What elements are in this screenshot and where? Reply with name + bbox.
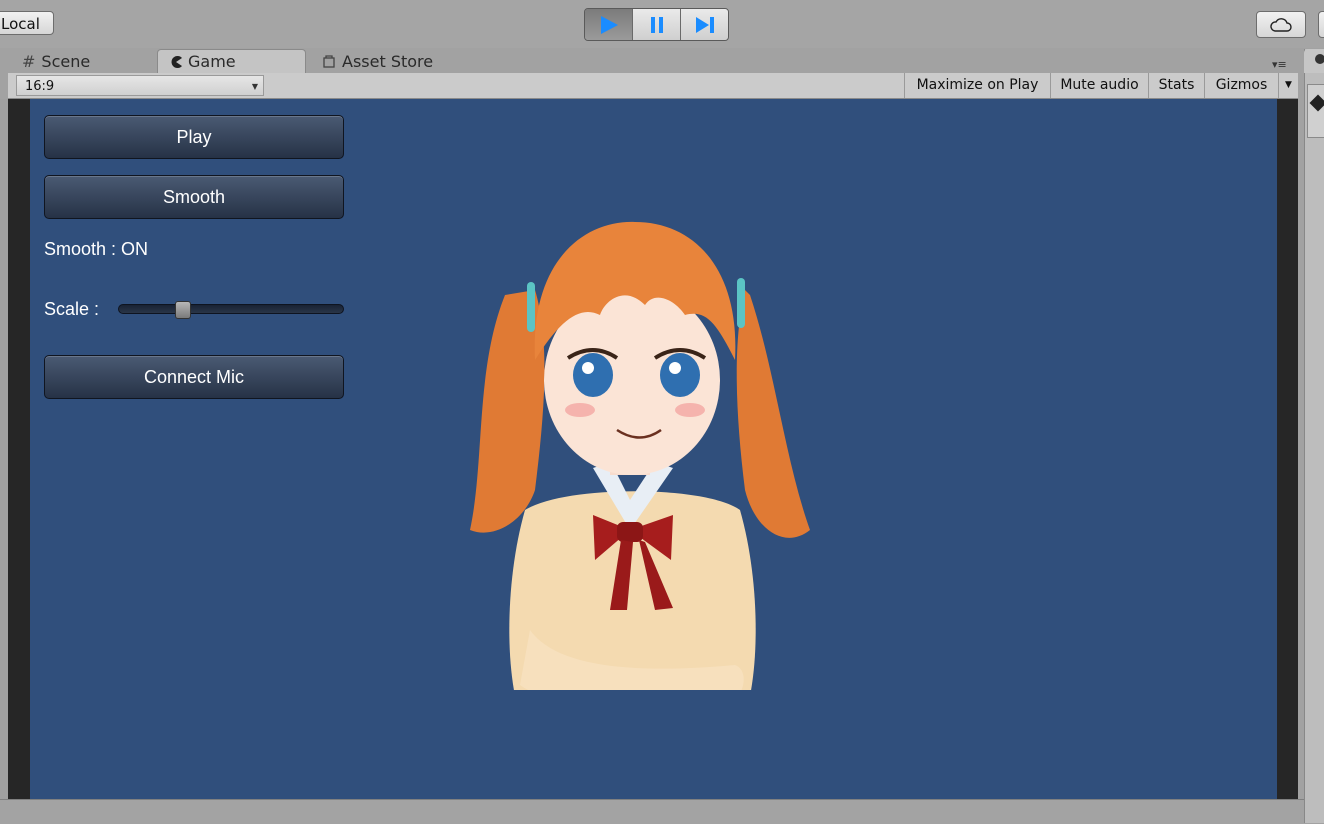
status-bar xyxy=(0,799,1304,824)
play-gui-button[interactable]: Play xyxy=(44,115,344,159)
scale-slider-thumb[interactable] xyxy=(174,301,191,319)
layers-local-button[interactable]: Local xyxy=(0,11,54,35)
pause-button[interactable] xyxy=(633,9,681,40)
pause-icon xyxy=(650,16,663,33)
chevron-down-icon: ▼ xyxy=(251,82,258,91)
tab-game-label: Game xyxy=(188,52,236,71)
tab-menu-icon[interactable]: ▾≡ xyxy=(1272,58,1287,71)
stats-toggle[interactable]: Stats xyxy=(1148,73,1204,98)
maximize-on-play-toggle[interactable]: Maximize on Play xyxy=(904,73,1050,98)
inspector-handle[interactable] xyxy=(1307,84,1324,138)
play-icon xyxy=(600,15,618,34)
info-icon xyxy=(1315,54,1324,64)
tab-scene[interactable]: # Scene xyxy=(10,49,160,73)
grid-icon: # xyxy=(22,51,36,71)
step-button[interactable] xyxy=(681,9,728,40)
gizmos-dropdown-icon[interactable]: ▼ xyxy=(1278,73,1298,98)
pacman-icon xyxy=(171,55,182,68)
tab-scene-label: Scene xyxy=(41,51,91,71)
gizmos-toggle[interactable]: Gizmos xyxy=(1204,73,1278,98)
aspect-ratio-value: 16:9 xyxy=(25,79,55,94)
frame-left xyxy=(0,99,8,799)
tab-asset-store-label: Asset Store xyxy=(342,51,434,71)
anime-girl-illustration xyxy=(470,221,810,690)
inspector-panel-edge xyxy=(1304,49,1324,823)
smooth-gui-button[interactable]: Smooth xyxy=(44,175,344,219)
smooth-status-label: Smooth : ON xyxy=(44,239,149,259)
aspect-ratio-dropdown[interactable]: 16:9 ▼ xyxy=(16,75,264,96)
main-toolbar: Local xyxy=(0,0,1324,48)
connect-mic-gui-button[interactable]: Connect Mic xyxy=(44,355,344,399)
play-controls xyxy=(584,8,729,41)
tab-asset-store[interactable]: Asset Store xyxy=(310,49,470,73)
tab-game[interactable]: Game xyxy=(157,49,306,73)
cloud-button[interactable] xyxy=(1256,11,1306,38)
play-button[interactable] xyxy=(585,9,633,40)
letterbox-right xyxy=(1277,99,1298,799)
account-button[interactable] xyxy=(1318,11,1324,38)
scale-slider[interactable] xyxy=(118,304,344,314)
store-icon xyxy=(323,55,335,68)
mute-audio-toggle[interactable]: Mute audio xyxy=(1050,73,1148,98)
cloud-icon xyxy=(1270,17,1292,32)
game-view-toolbar: 16:9 ▼ Maximize on Play Mute audio Stats… xyxy=(8,73,1298,99)
scale-label: Scale : xyxy=(44,299,100,319)
letterbox-left xyxy=(8,99,30,799)
step-icon xyxy=(695,16,714,33)
